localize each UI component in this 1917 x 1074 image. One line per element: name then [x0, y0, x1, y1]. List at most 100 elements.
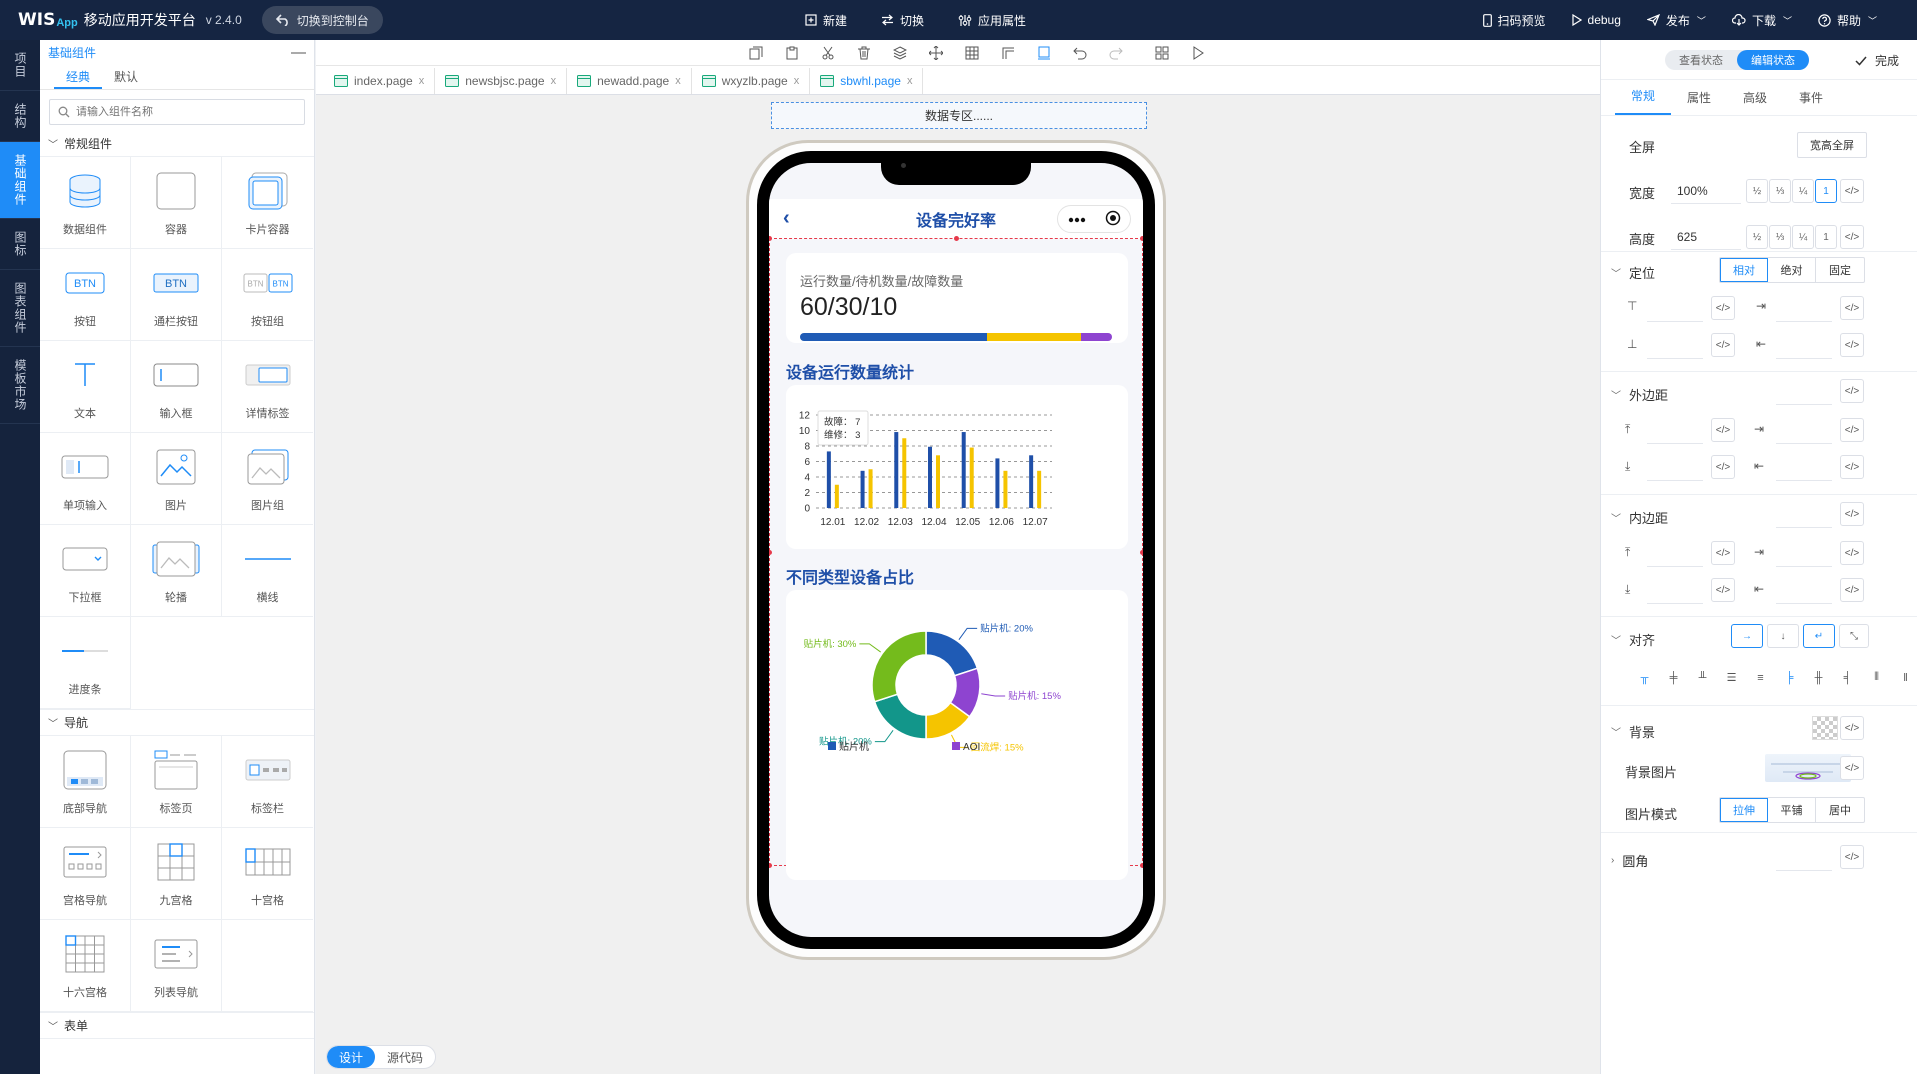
- component-list-nav[interactable]: 列表导航: [131, 920, 222, 1012]
- nav-item-icons[interactable]: 图标: [0, 219, 40, 270]
- image-mode-tile[interactable]: 平铺: [1768, 798, 1816, 822]
- height-half-button[interactable]: ½: [1746, 225, 1768, 249]
- component-text[interactable]: 文本: [40, 341, 131, 433]
- component-container[interactable]: 容器: [131, 157, 222, 249]
- component-bottom-nav[interactable]: 底部导航: [40, 736, 131, 828]
- padding-right-code-button[interactable]: </>: [1840, 541, 1864, 565]
- group-header-form[interactable]: ﹀ 表单: [40, 1013, 314, 1039]
- padding-left-input[interactable]: [1776, 578, 1832, 604]
- component-grid-nav[interactable]: 宫格导航: [40, 828, 131, 920]
- margin-all-input[interactable]: [1776, 379, 1832, 405]
- close-icon[interactable]: x: [675, 75, 681, 87]
- redo-icon[interactable]: [1106, 43, 1126, 63]
- position-fixed-option[interactable]: 固定: [1816, 258, 1864, 282]
- background-section-header[interactable]: ﹀ 背景: [1611, 722, 1655, 741]
- cut-icon[interactable]: [818, 43, 838, 63]
- delete-icon[interactable]: [854, 43, 874, 63]
- radius-code-button[interactable]: </>: [1840, 845, 1864, 869]
- height-code-button[interactable]: </>: [1840, 225, 1864, 249]
- component-tab-bar[interactable]: 标签栏: [222, 736, 313, 828]
- tab-events[interactable]: 事件: [1783, 81, 1839, 115]
- bar[interactable]: [961, 432, 966, 508]
- margin-left-code-button[interactable]: </>: [1840, 455, 1864, 479]
- no-wrap-icon[interactable]: ⤡: [1839, 624, 1869, 648]
- height-input[interactable]: [1671, 224, 1741, 250]
- width-third-button[interactable]: ⅓: [1769, 179, 1791, 203]
- margin-section-header[interactable]: ﹀ 外边距: [1611, 385, 1668, 404]
- background-image-thumbnail[interactable]: [1765, 754, 1851, 782]
- position-left-input[interactable]: [1776, 333, 1832, 359]
- download-button[interactable]: 下载 ﹀: [1731, 12, 1792, 29]
- wrap-icon[interactable]: ↵: [1803, 624, 1835, 648]
- distribute-vertical-icon[interactable]: ☰: [1722, 668, 1741, 687]
- nav-item-project[interactable]: 项目: [0, 40, 40, 91]
- component-detail-label[interactable]: 详情标签: [222, 341, 313, 433]
- file-tab[interactable]: newsbjsc.page x: [435, 68, 568, 94]
- frame-icon[interactable]: [1034, 43, 1054, 63]
- done-button[interactable]: 完成: [1855, 52, 1899, 69]
- align-right-icon[interactable]: ╡: [1838, 668, 1857, 687]
- position-top-code-button[interactable]: </>: [1711, 296, 1735, 320]
- switch-button[interactable]: 切换: [881, 12, 924, 29]
- background-image-code-button[interactable]: </>: [1840, 756, 1864, 780]
- position-relative-option[interactable]: 相对: [1720, 258, 1768, 282]
- component-carousel[interactable]: 轮播: [131, 525, 222, 617]
- margin-top-code-button[interactable]: </>: [1711, 418, 1735, 442]
- file-tab[interactable]: wxyzlb.page x: [692, 68, 811, 94]
- margin-all-code-button[interactable]: </>: [1840, 379, 1864, 403]
- apps-icon[interactable]: [1152, 43, 1172, 63]
- padding-all-code-button[interactable]: </>: [1840, 502, 1864, 526]
- position-top-input[interactable]: [1647, 296, 1703, 322]
- close-icon[interactable]: x: [794, 75, 800, 87]
- back-arrow-icon[interactable]: ‹: [783, 207, 790, 230]
- component-sixteen-grid[interactable]: 十六宫格: [40, 920, 131, 1012]
- component-button-group[interactable]: BTN BTN 按钮组: [222, 249, 313, 341]
- height-quarter-button[interactable]: ¼: [1792, 225, 1814, 249]
- layers-icon[interactable]: [890, 43, 910, 63]
- bar[interactable]: [1029, 455, 1034, 508]
- component-search-input[interactable]: [76, 106, 296, 118]
- padding-top-code-button[interactable]: </>: [1711, 541, 1735, 565]
- radius-section-header[interactable]: › 圆角: [1611, 851, 1648, 870]
- fullscreen-button[interactable]: 宽高全屏: [1797, 132, 1867, 158]
- height-third-button[interactable]: ⅓: [1769, 225, 1791, 249]
- component-full-button[interactable]: BTN 通栏按钮: [131, 249, 222, 341]
- legend-label[interactable]: 贴片机: [839, 740, 869, 753]
- file-tab[interactable]: index.page x: [324, 68, 436, 94]
- resize-handle[interactable]: [769, 236, 772, 241]
- component-dropdown[interactable]: 下拉框: [40, 525, 131, 617]
- view-state-button[interactable]: 查看状态: [1665, 50, 1737, 70]
- bar[interactable]: [928, 446, 932, 508]
- file-tab-active[interactable]: sbwhl.page x: [810, 68, 924, 94]
- nav-item-template-market[interactable]: 模板市场: [0, 347, 40, 424]
- bar[interactable]: [902, 438, 907, 508]
- bar[interactable]: [936, 455, 940, 508]
- copy-icon[interactable]: [746, 43, 766, 63]
- padding-right-input[interactable]: [1776, 541, 1832, 567]
- paste-icon[interactable]: [782, 43, 802, 63]
- distribute-horizontal-icon[interactable]: ⦀: [1867, 668, 1886, 687]
- pie-slice[interactable]: [871, 630, 927, 703]
- close-icon[interactable]: x: [419, 75, 425, 87]
- component-image[interactable]: 图片: [131, 433, 222, 525]
- nav-item-basic-components[interactable]: 基础组件: [0, 142, 40, 219]
- data-zone-placeholder[interactable]: 数据专区......: [771, 102, 1147, 129]
- publish-button[interactable]: 发布 ﹀: [1646, 12, 1706, 29]
- padding-top-input[interactable]: [1647, 541, 1703, 567]
- target-icon[interactable]: [1105, 210, 1121, 229]
- margin-right-input[interactable]: [1776, 418, 1832, 444]
- padding-bottom-code-button[interactable]: </>: [1711, 578, 1735, 602]
- position-bottom-input[interactable]: [1647, 333, 1703, 359]
- legend-label[interactable]: AOI: [963, 742, 980, 753]
- direction-row-icon[interactable]: →: [1731, 624, 1763, 648]
- position-right-code-button[interactable]: </>: [1840, 296, 1864, 320]
- new-button[interactable]: 新建: [805, 12, 847, 29]
- file-tab[interactable]: newadd.page x: [567, 68, 692, 94]
- position-section-header[interactable]: ﹀ 定位: [1611, 263, 1655, 282]
- group-header-general[interactable]: ﹀ 常规组件: [40, 131, 314, 157]
- position-bottom-code-button[interactable]: </>: [1711, 333, 1735, 357]
- margin-bottom-input[interactable]: [1647, 455, 1703, 481]
- width-full-button[interactable]: 1: [1815, 179, 1837, 203]
- help-button[interactable]: 帮助 ﹀: [1818, 12, 1877, 29]
- bar[interactable]: [860, 470, 865, 508]
